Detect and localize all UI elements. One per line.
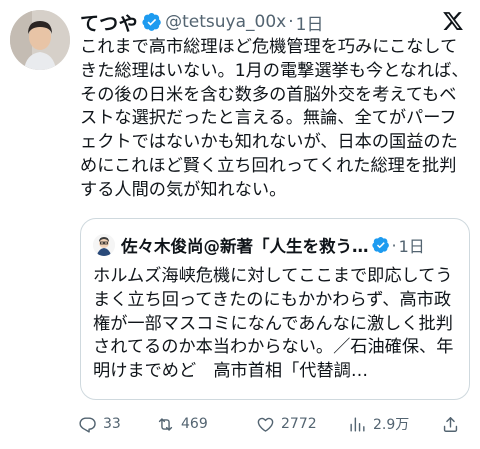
- like-button[interactable]: 2772: [256, 415, 348, 434]
- reply-icon: [79, 416, 96, 433]
- views-button[interactable]: 2.9万: [348, 414, 426, 434]
- like-icon: [257, 417, 274, 432]
- action-bar: 33 469 2772 2.9万: [78, 412, 470, 436]
- repost-icon: [158, 417, 173, 431]
- separator-dot: ·: [288, 12, 294, 32]
- quoted-avatar: [93, 234, 115, 256]
- verified-badge-icon: [142, 13, 161, 31]
- repost-count: 469: [181, 416, 208, 432]
- reply-count: 33: [103, 416, 121, 432]
- quoted-post-text: ホルムズ海峡危機に対してここまで即応してうまく立ち回ってきたのにもかかわらず、高…: [93, 266, 454, 382]
- post-header: てつや @tetsuya_00x · 1日: [80, 9, 470, 36]
- reply-button[interactable]: 33: [78, 415, 156, 434]
- post-text: これまで高市総理ほど危機管理を巧みにこなしてきた総理はいない。1月の電撃選挙も今…: [80, 37, 469, 200]
- like-count: 2772: [281, 416, 317, 432]
- x-logo-icon: [443, 12, 463, 30]
- author-handle[interactable]: @tetsuya_00x: [165, 12, 286, 32]
- avatar-photo: [10, 10, 70, 70]
- repost-button[interactable]: 469: [156, 415, 256, 434]
- quoted-post-header: 佐々木俊尚@新著「人生を救う… · 1日: [93, 233, 457, 257]
- quoted-post[interactable]: 佐々木俊尚@新著「人生を救う… · 1日 ホルムズ海峡危機に対してここまで即応し…: [80, 218, 470, 400]
- quoted-author-name: 佐々木俊尚@新著「人生を救う…: [121, 237, 369, 256]
- avatar[interactable]: [10, 10, 70, 70]
- post-time[interactable]: 1日: [296, 10, 324, 35]
- separator-dot: ·: [391, 235, 397, 255]
- views-icon: [350, 416, 365, 432]
- quoted-avatar-illustration: [93, 234, 115, 256]
- quoted-post-time: 1日: [398, 237, 425, 256]
- verified-badge-icon: [371, 236, 389, 254]
- share-icon: [443, 416, 458, 432]
- author-name[interactable]: てつや: [80, 9, 138, 36]
- views-count: 2.9万: [373, 417, 410, 433]
- share-button[interactable]: [441, 415, 460, 434]
